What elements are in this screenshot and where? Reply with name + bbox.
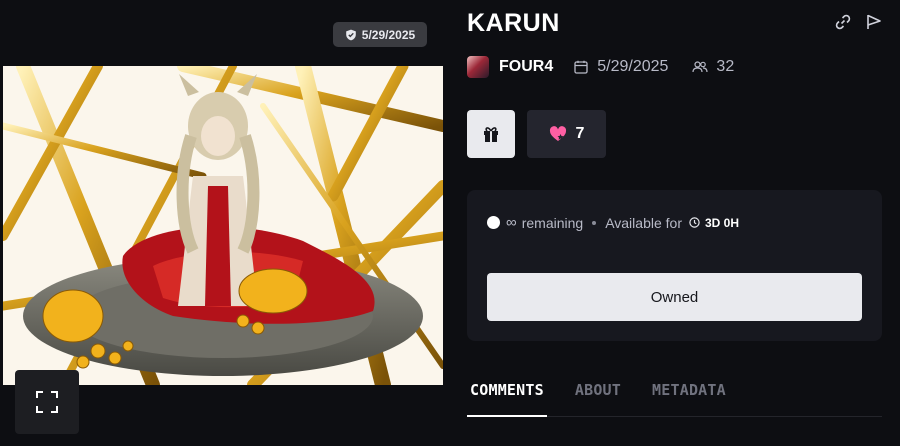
available-duration: 3D 0H (704, 215, 739, 230)
available-label: Available for (605, 214, 682, 231)
copy-link-button[interactable] (833, 12, 853, 32)
artwork-illustration (3, 66, 443, 385)
flag-icon (867, 14, 881, 29)
availability-panel: ∞ remaining Available for 3D 0H Owned (467, 190, 882, 341)
tab-about[interactable]: ABOUT (575, 371, 621, 417)
owners-count: 32 (716, 58, 735, 75)
tab-metadata[interactable]: METADATA (652, 371, 726, 417)
item-title: KARUN (467, 9, 560, 37)
created-date: 5/29/2025 (597, 58, 669, 75)
remaining-label: remaining (521, 214, 584, 231)
heart-icon (549, 126, 566, 141)
fullscreen-icon (36, 391, 58, 413)
like-button[interactable]: 7 (527, 110, 606, 158)
availability-status: ∞ remaining Available for 3D 0H (487, 214, 739, 231)
creator-name[interactable]: FOUR4 (499, 58, 553, 76)
remaining-count: ∞ (506, 214, 517, 231)
like-count: 7 (575, 125, 585, 142)
detail-tabs: COMMENTS ABOUT METADATA (467, 371, 882, 417)
fullscreen-button[interactable] (15, 370, 79, 434)
header-actions (833, 12, 884, 32)
media-viewer: 5/29/2025 (0, 0, 455, 446)
separator-dot (592, 220, 597, 225)
gift-icon (484, 127, 498, 142)
gift-button[interactable] (467, 110, 515, 158)
shield-check-icon (345, 29, 356, 40)
clock-icon (689, 217, 700, 228)
calendar-icon (574, 60, 588, 74)
status-indicator (487, 216, 500, 229)
report-button[interactable] (864, 12, 884, 32)
creator-avatar[interactable] (467, 56, 489, 78)
owned-button[interactable]: Owned (487, 273, 862, 321)
tab-comments[interactable]: COMMENTS (467, 371, 547, 417)
artwork-image[interactable] (3, 66, 443, 385)
users-icon (692, 61, 709, 73)
date-badge-label: 5/29/2025 (361, 27, 416, 42)
date-badge: 5/29/2025 (333, 22, 427, 47)
link-icon (835, 14, 851, 30)
item-meta: FOUR4 5/29/2025 32 (467, 54, 734, 80)
